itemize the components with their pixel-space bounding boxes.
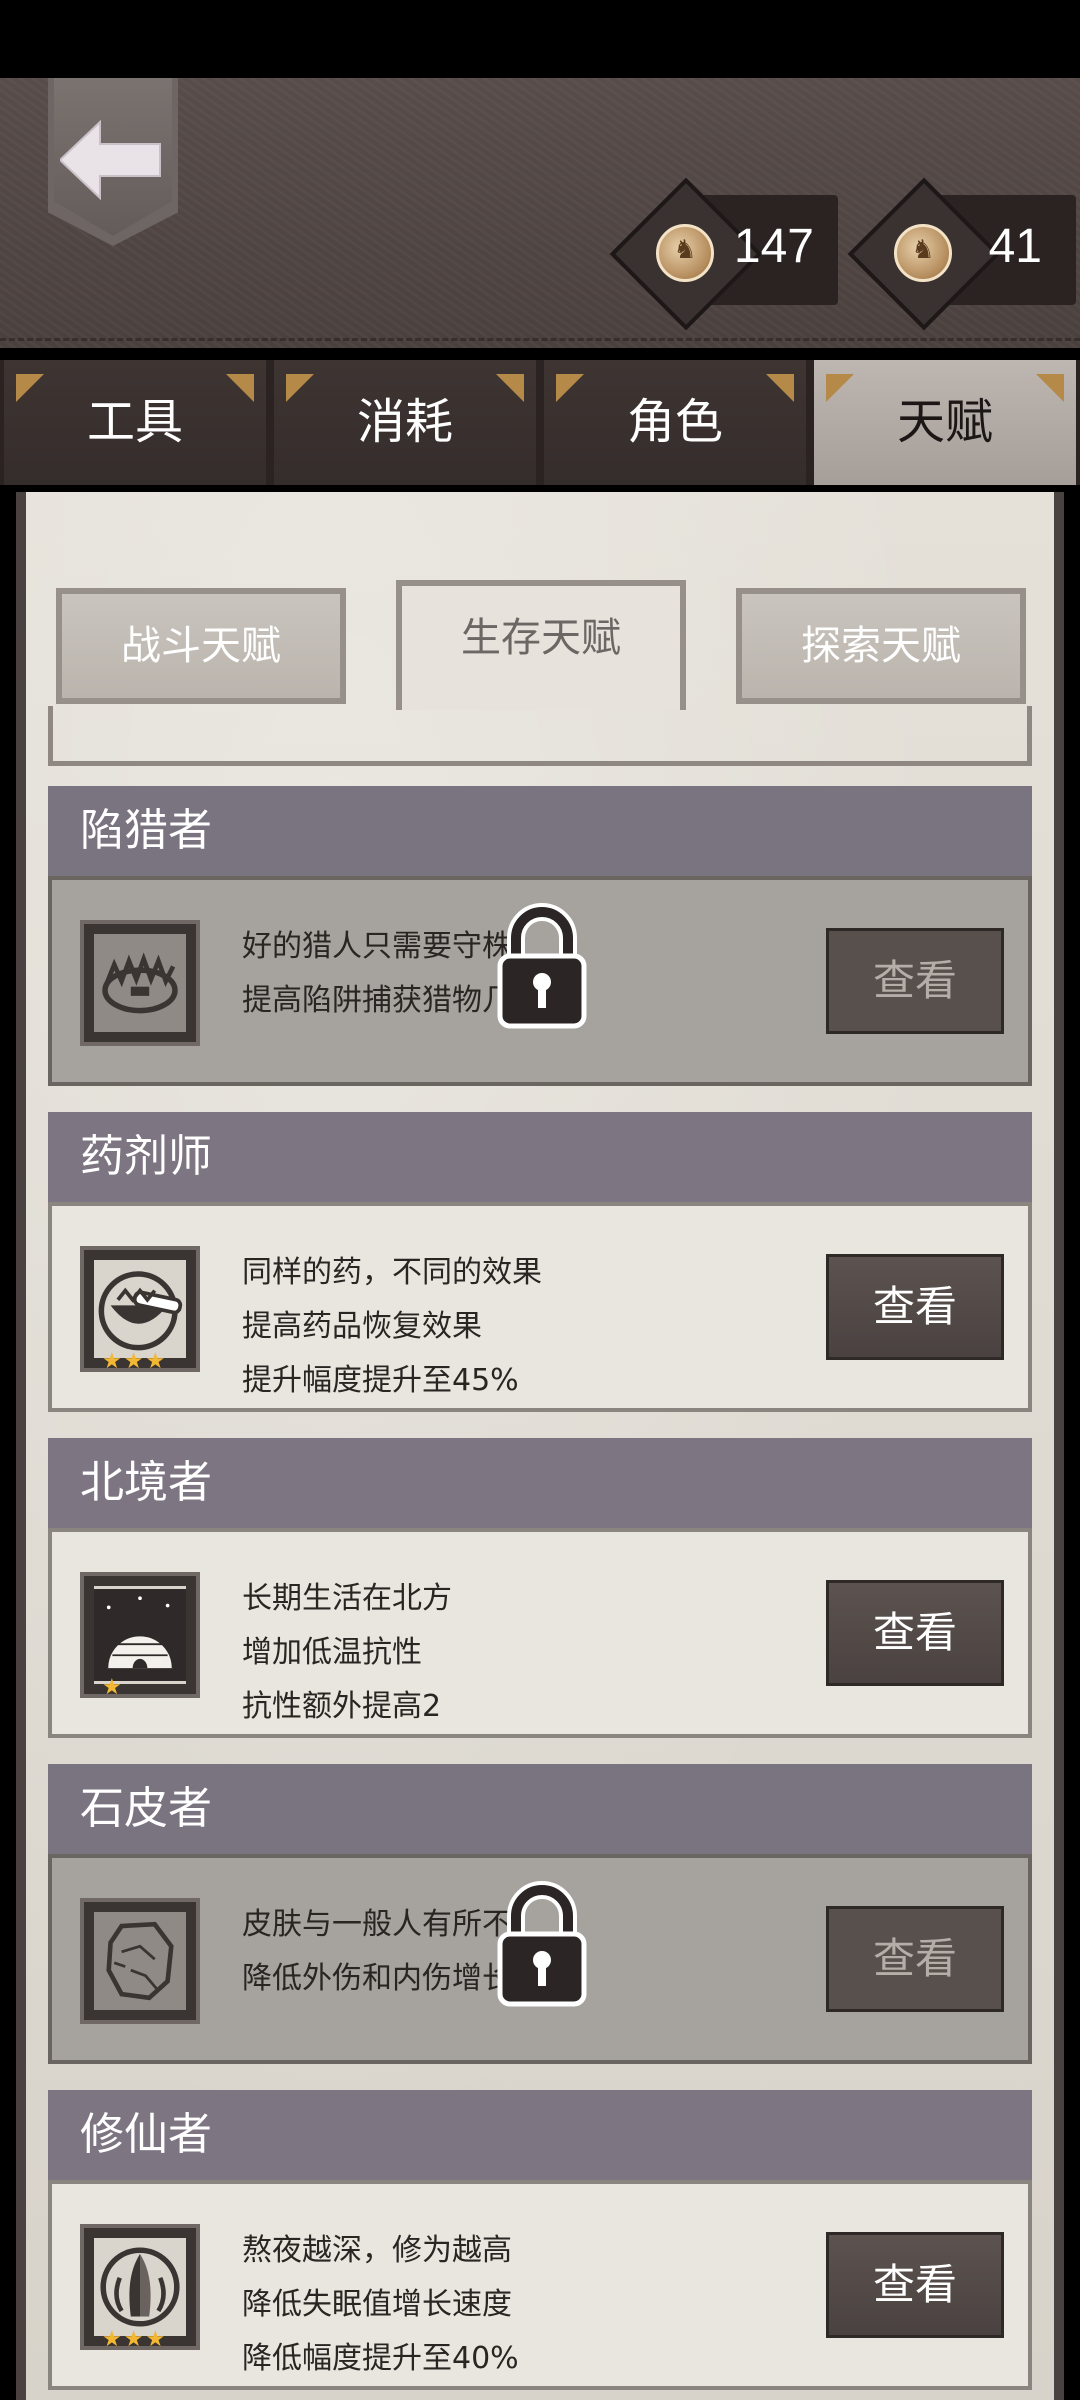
talent-description: 皮肤与一般人有所不 降低外伤和内伤增长	[242, 1898, 512, 2006]
meditation-hands-icon	[94, 2238, 186, 2336]
talent-body: 好的猎人只需要守株 提高陷阱捕获猎物几 查看	[48, 876, 1032, 1086]
view-button[interactable]: 查看	[826, 928, 1004, 1034]
bronze-coin-icon: ♞	[894, 224, 952, 282]
talent-name: 石皮者	[48, 1764, 1032, 1854]
subtab-label: 探索天赋	[801, 623, 961, 669]
tab-character[interactable]: 角色	[544, 360, 806, 485]
corner-ornament	[496, 374, 524, 402]
description-line: 熬夜越深，修为越高	[242, 2233, 512, 2268]
description-line: 提高陷阱捕获猎物几	[242, 983, 512, 1018]
description-line: 同样的药，不同的效果	[242, 1255, 542, 1290]
subtab-survival-talent[interactable]: 生存天赋	[396, 580, 686, 710]
description-line: 降低失眠值增长速度	[242, 2287, 512, 2322]
lock-icon	[497, 903, 587, 1029]
description-line: 长期生活在北方	[242, 1581, 452, 1616]
currency-silver: ♞ 147	[609, 177, 838, 331]
description-line: 好的猎人只需要守株	[242, 929, 512, 964]
stitch-divider	[0, 338, 1080, 351]
corner-ornament	[1036, 374, 1064, 402]
status-bar	[0, 0, 1080, 78]
corner-ornament	[826, 374, 854, 402]
view-button[interactable]: 查看	[826, 1906, 1004, 2012]
lock-icon	[497, 1881, 587, 2007]
talent-icon-frame: ★★★	[80, 1246, 200, 1374]
talent-description: 长期生活在北方 增加低温抗性 抗性额外提高2	[242, 1572, 452, 1734]
talent-body: ★ 长期生活在北方 增加低温抗性 抗性额外提高2 查看	[48, 1528, 1032, 1738]
tab-label: 天赋	[896, 394, 993, 450]
subtab-label: 生存天赋	[461, 615, 621, 661]
talent-body: 皮肤与一般人有所不 降低外伤和内伤增长 查看	[48, 1854, 1032, 2064]
talent-name: 陷猎者	[48, 786, 1032, 876]
description-line: 增加低温抗性	[242, 1635, 422, 1670]
currency-amount: 41	[988, 220, 1042, 273]
corner-ornament	[766, 374, 794, 402]
currency-bronze: ♞ 41	[847, 177, 1076, 331]
talent-body: ★★★ 同样的药，不同的效果 提高药品恢复效果 提升幅度提升至45% 查看	[48, 1202, 1032, 1412]
currency-amount: 147	[733, 220, 814, 273]
mortar-pestle-icon	[94, 1260, 186, 1358]
description-line: 抗性额外提高2	[242, 1689, 442, 1724]
tab-label: 消耗	[356, 394, 453, 450]
subtab-label: 战斗天赋	[121, 623, 281, 669]
description-line: 提高药品恢复效果	[242, 1309, 482, 1344]
corner-ornament	[556, 374, 584, 402]
bear-trap-icon	[94, 934, 186, 1032]
silver-coin-icon: ♞	[656, 224, 714, 282]
talent-name: 北境者	[48, 1438, 1032, 1528]
igloo-icon	[94, 1586, 186, 1684]
talent-description: 熬夜越深，修为越高 降低失眠值增长速度 降低幅度提升至40%	[242, 2224, 519, 2386]
corner-ornament	[226, 374, 254, 402]
main-tab-bar: 工具 消耗 角色 天赋	[0, 360, 1080, 485]
tab-label: 角色	[626, 394, 723, 450]
description-line: 降低幅度提升至40%	[242, 2341, 519, 2376]
talent-description: 好的猎人只需要守株 提高陷阱捕获猎物几	[242, 920, 512, 1028]
talent-description: 同样的药，不同的效果 提高药品恢复效果 提升幅度提升至45%	[242, 1246, 542, 1408]
description-line: 降低外伤和内伤增长	[242, 1961, 512, 1996]
talent-icon-frame	[80, 1898, 200, 2024]
description-line: 皮肤与一般人有所不	[242, 1907, 512, 1942]
subtab-combat-talent[interactable]: 战斗天赋	[56, 588, 346, 704]
subtab-explore-talent[interactable]: 探索天赋	[736, 588, 1026, 704]
view-button[interactable]: 查看	[826, 1254, 1004, 1360]
star-rating: ★★★	[102, 1349, 168, 1374]
talent-body: ★★★ 熬夜越深，修为越高 降低失眠值增长速度 降低幅度提升至40% 查看	[48, 2180, 1032, 2390]
talent-icon-frame: ★★★	[80, 2224, 200, 2352]
view-button[interactable]: 查看	[826, 1580, 1004, 1686]
sub-tab-underline	[48, 706, 1032, 766]
tab-consumables[interactable]: 消耗	[274, 360, 536, 485]
description-line: 提升幅度提升至45%	[242, 1363, 519, 1398]
corner-ornament	[16, 374, 44, 402]
tab-tools[interactable]: 工具	[4, 360, 266, 485]
back-arrow-icon	[60, 120, 161, 200]
talent-icon-frame	[80, 920, 200, 1046]
corner-ornament	[286, 374, 314, 402]
tab-label: 工具	[86, 394, 183, 450]
tab-talent[interactable]: 天赋	[814, 360, 1076, 485]
talent-name: 修仙者	[48, 2090, 1032, 2180]
talent-icon-frame: ★	[80, 1572, 200, 1700]
view-button[interactable]: 查看	[826, 2232, 1004, 2338]
star-rating: ★	[102, 1675, 124, 1700]
talent-name: 药剂师	[48, 1112, 1032, 1202]
star-rating: ★★★	[102, 2327, 168, 2352]
stone-skin-icon	[94, 1912, 186, 2010]
